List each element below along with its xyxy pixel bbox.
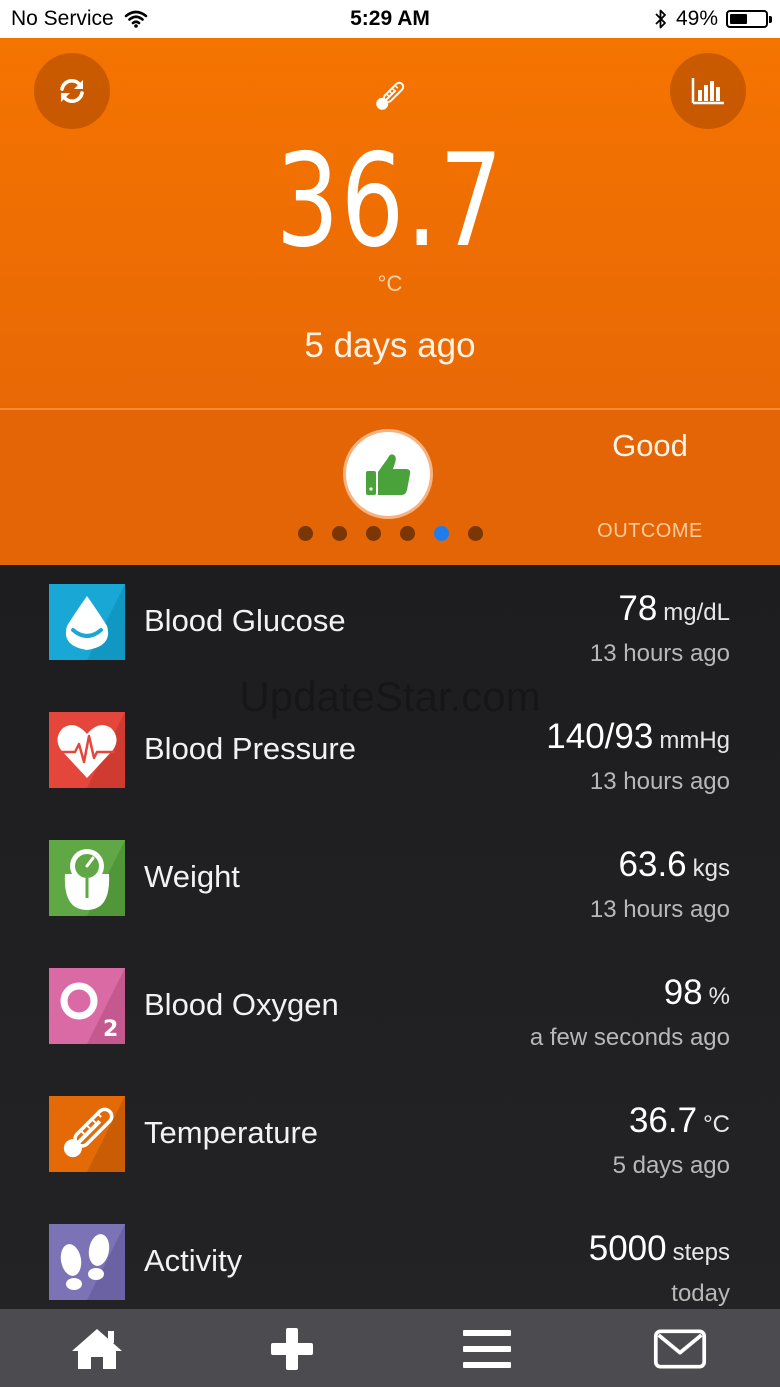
tab-menu[interactable] bbox=[460, 1325, 514, 1373]
activity-icon bbox=[49, 1224, 125, 1300]
tab-bar bbox=[0, 1309, 780, 1387]
battery-fill bbox=[730, 14, 747, 24]
item-name: Blood Oxygen bbox=[144, 987, 339, 1022]
item-number: 5000 bbox=[588, 1229, 667, 1268]
mail-icon bbox=[653, 1329, 707, 1369]
item-time: a few seconds ago bbox=[529, 1024, 730, 1051]
home-icon bbox=[72, 1329, 122, 1369]
tab-add[interactable] bbox=[265, 1325, 319, 1373]
thumbs-up-icon bbox=[366, 454, 411, 495]
reading-unit: °C bbox=[377, 271, 403, 296]
page-dot[interactable] bbox=[400, 526, 415, 541]
list-item-weight[interactable]: Weight 63.6 kgs 13 hours ago bbox=[0, 821, 780, 949]
item-number: 140/93 bbox=[546, 717, 654, 756]
reading-header: 36.7 °C 5 days ago Good OUTCOME bbox=[0, 38, 780, 565]
item-unit: mg/dL bbox=[663, 599, 730, 626]
item-name: Blood Glucose bbox=[144, 603, 346, 638]
item-time: 13 hours ago bbox=[589, 896, 730, 923]
page-dot[interactable] bbox=[366, 526, 381, 541]
list-item-blood-glucose[interactable]: Blood Glucose 78 mg/dL 13 hours ago bbox=[0, 565, 780, 693]
reading-time: 5 days ago bbox=[304, 326, 476, 365]
page-dot[interactable] bbox=[332, 526, 347, 541]
item-name: Activity bbox=[144, 1243, 243, 1278]
page-indicator[interactable] bbox=[298, 526, 483, 541]
item-value: 63.6 kgs bbox=[619, 845, 730, 885]
weight-icon bbox=[49, 840, 125, 916]
item-time: 13 hours ago bbox=[589, 768, 730, 795]
battery-icon bbox=[726, 10, 772, 28]
item-unit: % bbox=[708, 983, 730, 1010]
status-right: 49% bbox=[654, 7, 772, 31]
thermometer-icon bbox=[376, 81, 405, 110]
item-number: 98 bbox=[663, 973, 703, 1012]
item-number: 36.7 bbox=[628, 1101, 698, 1140]
tab-messages[interactable] bbox=[653, 1325, 707, 1373]
reading-value: 36.7 bbox=[275, 127, 505, 276]
item-name: Blood Pressure bbox=[144, 731, 356, 766]
plus-icon bbox=[271, 1328, 313, 1370]
item-value: 98% bbox=[664, 973, 730, 1013]
page-dot[interactable] bbox=[434, 526, 449, 541]
list-item-temperature[interactable]: Temperature 36.7 °C 5 days ago bbox=[0, 1077, 780, 1205]
blood-pressure-icon bbox=[49, 712, 125, 788]
list-item-activity[interactable]: Activity 5000 steps today bbox=[0, 1205, 780, 1309]
status-bar: No Service 5:29 AM 49% bbox=[0, 0, 780, 38]
tab-home[interactable] bbox=[70, 1325, 124, 1373]
item-unit: steps bbox=[672, 1239, 730, 1266]
list-item-blood-pressure[interactable]: Blood Pressure 140/93 mmHg 13 hours ago bbox=[0, 693, 780, 821]
page-dot[interactable] bbox=[298, 526, 313, 541]
item-number: 78 bbox=[618, 589, 658, 628]
item-name: Weight bbox=[144, 859, 240, 894]
blood-glucose-icon bbox=[49, 584, 125, 660]
item-time: today bbox=[671, 1280, 730, 1307]
temperature-icon bbox=[49, 1096, 125, 1172]
item-unit: kgs bbox=[692, 855, 730, 882]
item-time: 13 hours ago bbox=[589, 640, 730, 667]
stats-button[interactable] bbox=[670, 53, 746, 129]
refresh-button[interactable] bbox=[34, 53, 110, 129]
refresh-icon bbox=[60, 79, 84, 103]
item-unit: mmHg bbox=[659, 727, 730, 754]
item-name: Temperature bbox=[144, 1115, 319, 1150]
list-item-blood-oxygen[interactable]: 2 Blood Oxygen 98% a few seconds ago bbox=[0, 949, 780, 1077]
outcome-badge bbox=[343, 429, 433, 519]
menu-icon bbox=[463, 1330, 511, 1368]
item-value: 78 mg/dL bbox=[618, 589, 730, 629]
battery-percent: 49% bbox=[675, 7, 718, 30]
item-number: 63.6 bbox=[618, 845, 687, 884]
item-time: 5 days ago bbox=[612, 1152, 730, 1179]
svg-text:2: 2 bbox=[103, 1017, 118, 1042]
measurement-list: UpdateStar.com Blood Glucose 78 mg/dL 13 … bbox=[0, 565, 780, 1309]
outcome-label: OUTCOME bbox=[597, 520, 703, 542]
outcome-panel[interactable]: Good OUTCOME bbox=[0, 410, 780, 565]
outcome-value: Good bbox=[612, 428, 688, 463]
item-value: 36.7 °C bbox=[629, 1101, 730, 1141]
item-value: 5000 steps bbox=[589, 1229, 730, 1269]
bar-chart-icon bbox=[691, 78, 724, 105]
item-unit: °C bbox=[703, 1111, 730, 1138]
bluetooth-icon bbox=[655, 9, 666, 29]
page-dot[interactable] bbox=[468, 526, 483, 541]
blood-oxygen-icon: 2 bbox=[49, 968, 125, 1044]
item-value: 140/93 mmHg bbox=[546, 717, 730, 757]
